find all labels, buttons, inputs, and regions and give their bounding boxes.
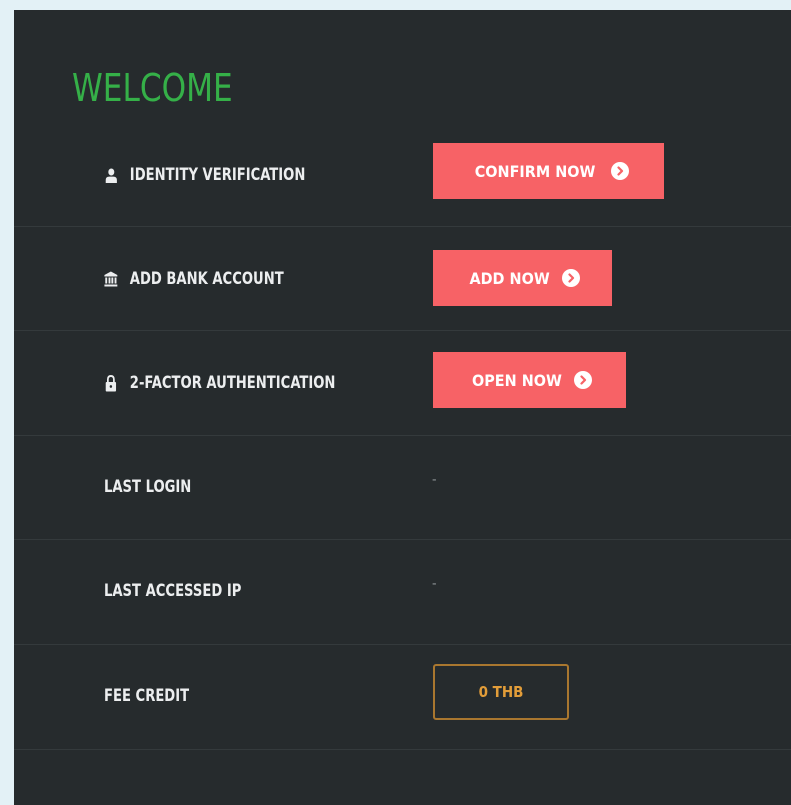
fee-credit-row: FEE CREDIT 0 THB — [14, 645, 791, 750]
last-accessed-ip-label: LAST ACCESSED IP — [104, 581, 242, 601]
last-login-row: LAST LOGIN - — [14, 436, 791, 540]
add-bank-account-row: ADD BANK ACCOUNT ADD NOW — [14, 227, 791, 331]
identity-verification-label: IDENTITY VERIFICATION — [129, 165, 306, 185]
add-bank-account-label: ADD BANK ACCOUNT — [129, 269, 284, 289]
two-factor-authentication-label: 2-FACTOR AUTHENTICATION — [129, 373, 336, 393]
add-bank-account-label-group: ADD BANK ACCOUNT — [104, 269, 284, 289]
last-login-value: - — [432, 472, 437, 488]
welcome-panel: WELCOME IDENTITY VERIFICATION CONFIRM NO… — [14, 10, 791, 805]
confirm-now-button[interactable]: CONFIRM NOW — [433, 143, 664, 199]
fee-credit-label: FEE CREDIT — [104, 686, 190, 706]
open-now-button-label: OPEN NOW — [471, 370, 562, 390]
two-factor-authentication-row: 2-FACTOR AUTHENTICATION OPEN NOW — [14, 331, 791, 436]
fee-credit-value: 0 THB — [478, 683, 524, 701]
last-login-label: LAST LOGIN — [104, 477, 192, 497]
identity-verification-row: IDENTITY VERIFICATION CONFIRM NOW — [14, 125, 791, 227]
chevron-right-icon — [562, 269, 581, 287]
add-now-button-label: ADD NOW — [469, 268, 550, 288]
last-accessed-ip-row: LAST ACCESSED IP - — [14, 540, 791, 645]
chevron-right-icon — [610, 162, 629, 180]
two-factor-authentication-label-group: 2-FACTOR AUTHENTICATION — [104, 373, 335, 393]
open-now-button[interactable]: OPEN NOW — [433, 352, 626, 408]
page-title: WELCOME — [72, 66, 233, 110]
fee-credit-value-box: 0 THB — [433, 664, 569, 720]
last-accessed-ip-value: - — [432, 576, 437, 592]
add-now-button[interactable]: ADD NOW — [433, 250, 612, 306]
confirm-now-button-label: CONFIRM NOW — [475, 161, 596, 181]
user-icon — [104, 166, 118, 184]
lock-icon — [104, 374, 118, 392]
chevron-right-icon — [574, 371, 593, 389]
identity-verification-label-group: IDENTITY VERIFICATION — [104, 165, 305, 185]
bank-icon — [104, 270, 118, 288]
